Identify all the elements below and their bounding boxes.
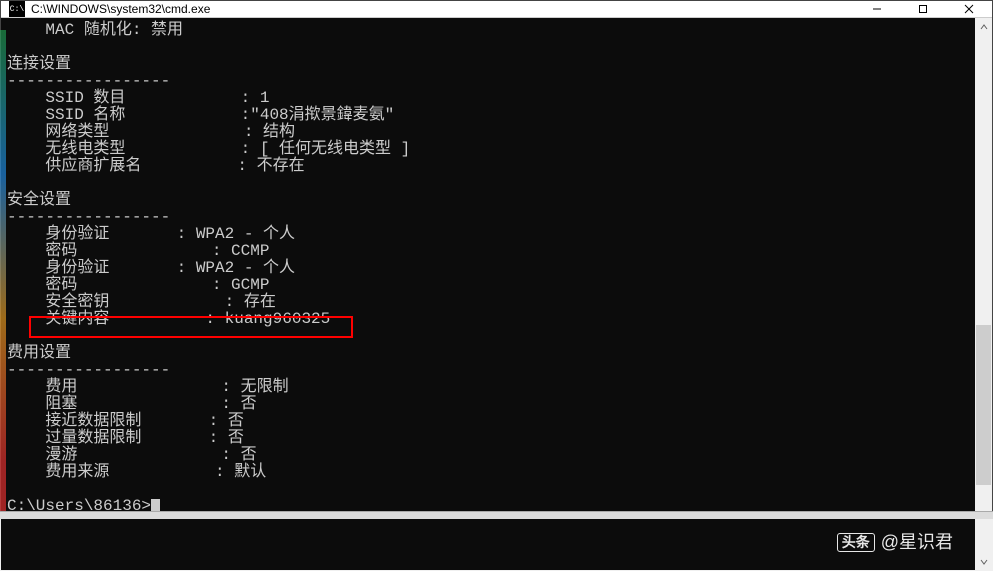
terminal-area: MAC 随机化: 禁用 连接设置 ----------------- SSID … — [1, 18, 992, 570]
close-button[interactable] — [946, 1, 992, 17]
minimize-icon — [872, 4, 882, 14]
line-security-key: 安全密钥 : 存在 — [7, 293, 276, 311]
scrollbar-thumb[interactable] — [976, 325, 991, 485]
minimize-button[interactable] — [854, 1, 900, 17]
section-connection-header: 连接设置 — [7, 55, 71, 73]
watermark-text: @星识君 — [881, 534, 953, 551]
cmd-window: C:\ C:\WINDOWS\system32\cmd.exe MAC 随机化:… — [0, 0, 993, 519]
line-cipher-1: 密码 : CCMP — [7, 242, 269, 260]
taskbar-edge — [0, 511, 993, 519]
line-cost: 费用 : 无限制 — [7, 378, 289, 396]
dashes-connection: ----------------- — [7, 72, 170, 90]
line-cipher-2: 密码 : GCMP — [7, 276, 269, 294]
line-over-limit: 过量数据限制 : 否 — [7, 429, 244, 447]
line-cost-source: 费用来源 : 默认 — [7, 463, 266, 481]
cmd-icon: C:\ — [9, 1, 25, 17]
dashes-cost: ----------------- — [7, 361, 170, 379]
line-ssid-name: SSID 名称 :"408涓揿景鍏麦氨" — [7, 106, 394, 124]
line-mac-random: MAC 随机化: 禁用 — [7, 21, 183, 39]
maximize-button[interactable] — [900, 1, 946, 17]
scroll-down-button[interactable] — [975, 553, 992, 570]
section-security-header: 安全设置 — [7, 191, 71, 209]
section-cost-header: 费用设置 — [7, 344, 71, 362]
line-key-content: 关键内容 : kuang960325 — [7, 310, 330, 328]
line-congestion: 阻塞 : 否 — [7, 395, 257, 413]
scroll-up-button[interactable] — [975, 18, 992, 35]
line-auth-2: 身份验证 : WPA2 - 个人 — [7, 259, 295, 277]
line-radio-type: 无线电类型 : [ 任何无线电类型 ] — [7, 140, 410, 158]
window-title: C:\WINDOWS\system32\cmd.exe — [31, 2, 854, 16]
line-near-limit: 接近数据限制 : 否 — [7, 412, 244, 430]
line-auth-1: 身份验证 : WPA2 - 个人 — [7, 225, 295, 243]
maximize-icon — [918, 4, 928, 14]
chevron-down-icon — [980, 558, 988, 566]
titlebar-buttons — [854, 1, 992, 17]
vertical-scrollbar[interactable] — [975, 18, 992, 570]
close-icon — [964, 4, 974, 14]
line-ssid-count: SSID 数目 : 1 — [7, 89, 269, 107]
line-network-type: 网络类型 : 结构 — [7, 123, 295, 141]
chevron-up-icon — [980, 23, 988, 31]
terminal-output[interactable]: MAC 随机化: 禁用 连接设置 ----------------- SSID … — [1, 18, 975, 570]
titlebar[interactable]: C:\ C:\WINDOWS\system32\cmd.exe — [1, 1, 992, 18]
line-roaming: 漫游 : 否 — [7, 446, 257, 464]
scrollbar-track[interactable] — [975, 35, 992, 553]
watermark-logo: 头条 — [837, 533, 875, 552]
dashes-security: ----------------- — [7, 208, 170, 226]
watermark: 头条 @星识君 — [837, 533, 953, 552]
line-vendor-ext: 供应商扩展名 : 不存在 — [7, 157, 305, 175]
